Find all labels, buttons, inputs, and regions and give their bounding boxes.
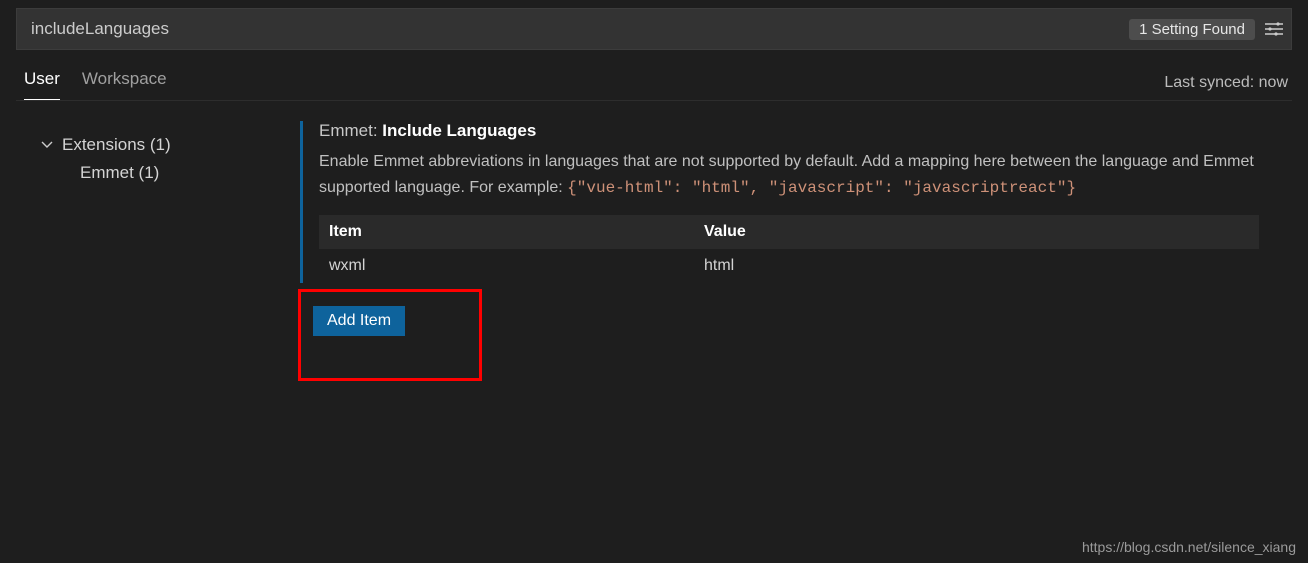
tab-user[interactable]: User (24, 69, 60, 100)
setting-desc-code: {"vue-html": "html", "javascript": "java… (567, 179, 1076, 197)
annotation-highlight: Add Item (298, 289, 482, 381)
table-row[interactable]: wxml html (319, 249, 1259, 283)
sync-status: Last synced: now (1164, 74, 1288, 100)
settings-found-badge: 1 Setting Found (1129, 19, 1255, 40)
tree-emmet-label: Emmet (1) (80, 163, 159, 183)
setting-description: Enable Emmet abbreviations in languages … (319, 149, 1259, 201)
setting-table: Item Value wxml html (319, 215, 1259, 283)
settings-tree: Extensions (1) Emmet (1) (0, 121, 300, 563)
watermark-text: https://blog.csdn.net/silence_xiang (1082, 539, 1296, 555)
settings-scope-row: User Workspace Last synced: now (0, 50, 1308, 100)
settings-search-input[interactable] (31, 19, 1129, 39)
tree-extensions-label: Extensions (1) (62, 135, 171, 155)
settings-main: Emmet: Include Languages Enable Emmet ab… (300, 121, 1308, 563)
table-header: Item Value (319, 215, 1259, 249)
table-header-item: Item (319, 215, 694, 249)
setting-emmet-include-languages: Emmet: Include Languages Enable Emmet ab… (300, 121, 1284, 283)
tree-extensions[interactable]: Extensions (1) (40, 131, 300, 159)
tree-emmet[interactable]: Emmet (1) (40, 159, 300, 187)
tab-workspace[interactable]: Workspace (82, 69, 167, 100)
table-cell-item: wxml (319, 249, 694, 283)
filter-icon[interactable] (1263, 18, 1285, 40)
settings-search-row: 1 Setting Found (16, 8, 1292, 50)
chevron-down-icon (40, 138, 54, 152)
table-cell-value: html (694, 249, 1259, 283)
setting-title-name: Include Languages (382, 121, 536, 140)
setting-title-prefix: Emmet: (319, 121, 378, 140)
setting-title: Emmet: Include Languages (319, 121, 1284, 141)
table-header-value: Value (694, 215, 1259, 249)
add-item-button[interactable]: Add Item (313, 306, 405, 336)
